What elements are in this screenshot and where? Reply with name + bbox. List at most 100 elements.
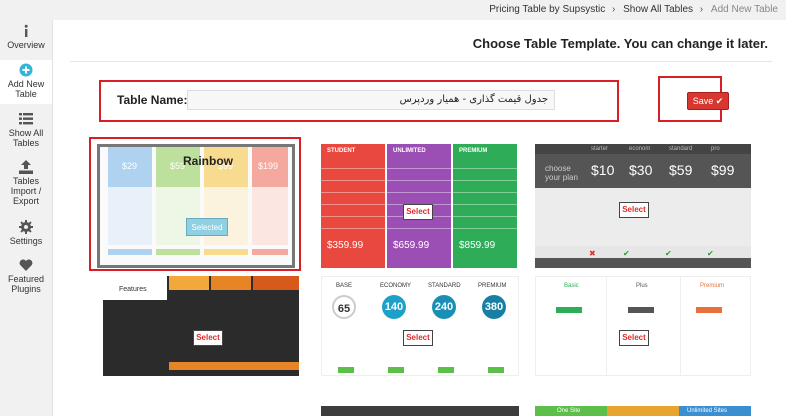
select-button-features[interactable]: Select <box>193 330 223 346</box>
template-bottom-dark[interactable] <box>321 406 519 416</box>
select-button-colored[interactable]: Select <box>403 204 433 220</box>
colored-col-student: STUDENT $359.99 <box>321 144 385 268</box>
rainbow-price: $29 <box>122 161 138 171</box>
save-button[interactable]: Save ✔ <box>687 92 729 110</box>
circles-value: 65 <box>332 295 356 319</box>
breadcrumb-current: Add New Table <box>710 4 778 15</box>
breadcrumb: Pricing Table by Supsystic › Show All Ta… <box>486 4 778 15</box>
bottom-label: One Site <box>557 408 581 414</box>
sidebar-item-label: Add New Table <box>7 79 45 99</box>
list-icon <box>19 113 33 125</box>
sidebar-item-overview[interactable]: Overview <box>0 24 52 56</box>
rainbow-col-1: $29 <box>108 147 152 265</box>
template-rainbow-title: Rainbow <box>183 154 233 168</box>
rainbow-col-footer <box>252 249 288 255</box>
heart-icon <box>19 259 33 271</box>
check-icon: ✔ <box>715 96 724 106</box>
divider <box>321 168 385 169</box>
rainbow-col-footer <box>108 249 152 255</box>
page-title: Choose Table Template. You can change it… <box>472 36 768 51</box>
breadcrumb-plugin-link[interactable]: Pricing Table by Supsystic <box>489 4 605 15</box>
divider <box>453 168 517 169</box>
rainbow-col-body <box>108 187 152 245</box>
circles-button <box>388 367 404 373</box>
divider <box>680 277 681 375</box>
dark-grid-footer <box>535 246 751 258</box>
light-plan-name: Plus <box>636 283 648 289</box>
save-button-label: Save <box>692 96 714 106</box>
sidebar-item-label: Overview <box>7 40 45 50</box>
colored-plan-name: UNLIMITED <box>393 148 426 154</box>
template-features[interactable]: Features <box>103 276 299 376</box>
divider <box>387 180 451 181</box>
light-button <box>696 307 722 313</box>
light-button <box>556 307 582 313</box>
features-col-header <box>211 276 251 290</box>
rainbow-col-body <box>252 187 288 245</box>
dark-grid-price: $30 <box>629 162 653 178</box>
circles-value: 240 <box>432 295 456 319</box>
divider <box>453 192 517 193</box>
template-light[interactable]: Basic Plus Premium <box>535 276 751 376</box>
circles-plan-name: BASE <box>336 283 353 289</box>
chevron-right-icon: › <box>612 4 616 15</box>
colored-plan-name: PREMIUM <box>459 148 488 154</box>
gear-icon <box>19 220 33 234</box>
rainbow-col-footer <box>204 249 248 255</box>
sidebar-item-featured-plugins[interactable]: Featured Plugins <box>0 258 52 298</box>
info-icon <box>24 24 28 37</box>
circles-value: 380 <box>482 295 506 319</box>
circles-button <box>438 367 454 373</box>
circles-plan-name: STANDARD <box>428 283 461 289</box>
divider <box>321 216 385 217</box>
rainbow-col-4: $199 <box>252 147 288 265</box>
circles-button <box>488 367 504 373</box>
circles-value: 140 <box>382 295 406 319</box>
dark-grid-plan-name: pro <box>711 146 720 152</box>
check-icon: ✔ <box>623 249 630 258</box>
table-name-label: Table Name: <box>117 93 188 107</box>
chevron-right-icon: › <box>699 4 704 15</box>
light-plan-name: Premium <box>700 283 725 289</box>
template-circles[interactable]: BASE ECONOMY STANDARD PREMIUM 65 140 240… <box>321 276 519 376</box>
divider <box>453 180 517 181</box>
divider <box>387 228 451 229</box>
divider <box>453 204 517 205</box>
features-footer <box>169 362 299 370</box>
colored-col-premium: PREMIUM $859.99 <box>453 144 517 268</box>
template-bottom-colored[interactable]: One Site Unlimited Sites <box>535 406 751 416</box>
sidebar-item-label: Settings <box>9 236 43 246</box>
breadcrumb-all-tables-link[interactable]: Show All Tables <box>623 4 693 15</box>
sidebar-item-add-new-table[interactable]: Add New Table <box>0 60 52 104</box>
colored-price: $659.99 <box>393 240 430 251</box>
sidebar-item-import-export[interactable]: Tables Import / Export <box>0 160 52 206</box>
rainbow-col-footer <box>156 249 200 255</box>
check-icon: ✔ <box>665 249 672 258</box>
divider <box>453 228 517 229</box>
upload-icon <box>19 160 33 174</box>
divider <box>70 61 772 62</box>
select-button-dark-grid[interactable]: Select <box>619 202 649 218</box>
sidebar-item-show-all-tables[interactable]: Show All Tables <box>0 112 52 148</box>
table-name-input[interactable]: جدول قیمت گذاری - همیار وردپرس <box>187 90 555 110</box>
circles-button <box>338 367 354 373</box>
sidebar-item-label: Show All Tables <box>8 128 44 148</box>
divider <box>321 180 385 181</box>
select-button-circles[interactable]: Select <box>403 330 433 346</box>
rainbow-price: $199 <box>258 161 279 171</box>
circles-plan-name: ECONOMY <box>380 283 412 289</box>
bottom-label: Unlimited Sites <box>687 408 728 414</box>
dark-grid-choose-text: choose your plan <box>545 164 578 182</box>
dark-grid-plan-name: econom <box>629 146 651 152</box>
dark-grid-plan-name: standard <box>669 146 693 152</box>
divider <box>321 192 385 193</box>
colored-price: $859.99 <box>459 240 496 251</box>
select-button-light[interactable]: Select <box>619 330 649 346</box>
light-button <box>628 307 654 313</box>
main-content: Choose Table Template. You can change it… <box>52 20 786 416</box>
sidebar-item-settings[interactable]: Settings <box>0 220 52 250</box>
divider <box>453 216 517 217</box>
sidebar: Overview Add New Table Show All Tables T… <box>0 20 52 416</box>
sidebar-item-label: Tables Import / Export <box>10 176 42 206</box>
divider <box>387 168 451 169</box>
